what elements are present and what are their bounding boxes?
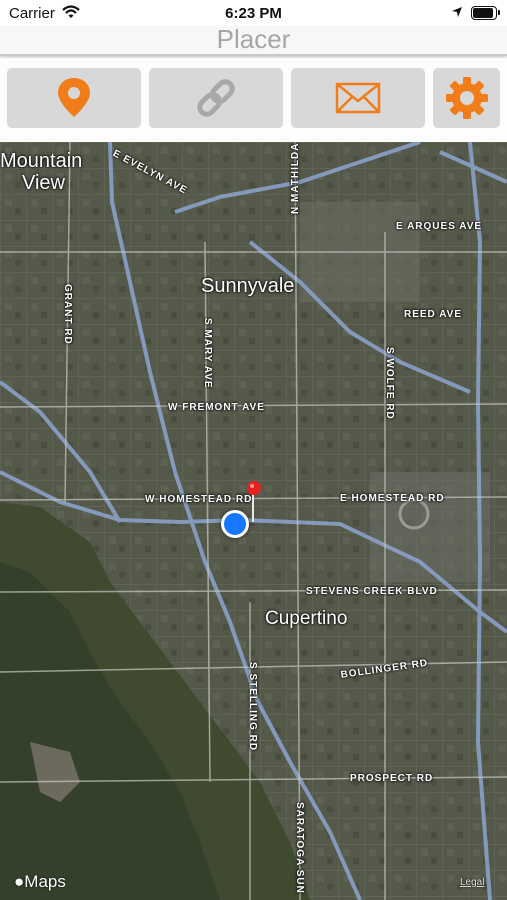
road-label: E HOMESTEAD RD bbox=[340, 493, 445, 504]
road-label: GRANT RD bbox=[62, 284, 73, 345]
gear-icon bbox=[445, 77, 488, 119]
road-label: SARATOGA SUN bbox=[294, 802, 305, 894]
location-arrow-icon bbox=[452, 7, 462, 17]
link-button[interactable] bbox=[149, 68, 283, 128]
link-icon bbox=[197, 79, 235, 117]
road-label: PROSPECT RD bbox=[350, 773, 434, 784]
battery-icon bbox=[471, 6, 500, 20]
road-label: STEVENS CREEK BLVD bbox=[306, 586, 438, 597]
navigation-bar: Placer bbox=[0, 24, 507, 56]
dropped-pin-icon[interactable] bbox=[246, 480, 262, 524]
location-pin-button[interactable] bbox=[7, 68, 141, 128]
city-label: Mountain bbox=[0, 150, 83, 172]
legal-link[interactable]: Legal bbox=[460, 877, 484, 888]
road-label: S WOLFE RD bbox=[384, 347, 395, 420]
mail-button[interactable] bbox=[291, 68, 425, 128]
road-label: W HOMESTEAD RD bbox=[145, 494, 253, 505]
city-label: Sunnyvale bbox=[201, 275, 295, 297]
toolbar bbox=[0, 58, 507, 142]
user-location-dot bbox=[221, 510, 249, 538]
status-time: 6:23 PM bbox=[225, 5, 282, 22]
road-label: S STELLING RD bbox=[247, 662, 258, 752]
road-label: S MARY AVE bbox=[202, 318, 213, 389]
apple-logo-icon: ● bbox=[14, 872, 25, 891]
road-label: W FREMONT AVE bbox=[168, 402, 265, 413]
map-pin-icon bbox=[58, 78, 90, 117]
city-label: Cupertino bbox=[265, 608, 348, 629]
status-bar: Carrier 6:23 PM bbox=[0, 0, 507, 26]
envelope-icon bbox=[335, 82, 381, 114]
settings-button[interactable] bbox=[433, 68, 500, 128]
maps-branding: ●Maps bbox=[14, 872, 66, 891]
city-label: View bbox=[22, 172, 65, 194]
road-label: N MATHILDA bbox=[290, 142, 301, 214]
road-label: REED AVE bbox=[404, 309, 463, 320]
road-label: E ARQUES AVE bbox=[396, 221, 483, 232]
page-title: Placer bbox=[216, 24, 291, 54]
